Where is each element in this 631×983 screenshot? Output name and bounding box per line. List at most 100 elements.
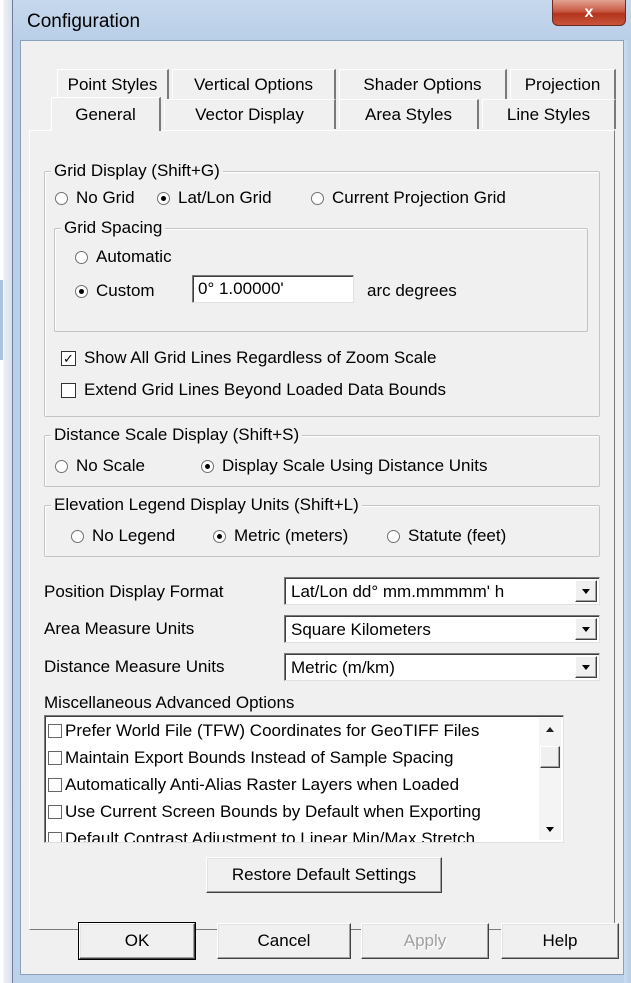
distance-scale-group: Distance Scale Display (Shift+S) No Scal…	[44, 425, 600, 487]
list-item[interactable]: Use Current Screen Bounds by Default whe…	[48, 802, 481, 822]
checkbox-extend-grid-lines[interactable]: Extend Grid Lines Beyond Loaded Data Bou…	[61, 380, 446, 400]
help-button[interactable]: Help	[501, 923, 619, 959]
background-window-edge	[0, 0, 12, 983]
radio-button[interactable]	[75, 284, 88, 298]
tab-label: Vector Display	[195, 104, 304, 124]
group-title: Grid Spacing	[61, 218, 166, 238]
list-item[interactable]: Default Contrast Adjustment to Linear Mi…	[48, 829, 475, 842]
list-item[interactable]: Maintain Export Bounds Instead of Sample…	[48, 748, 453, 768]
checkbox-label: Extend Grid Lines Beyond Loaded Data Bou…	[84, 380, 446, 399]
tab-shader-options[interactable]: Shader Options	[339, 69, 507, 99]
vertical-scrollbar[interactable]	[539, 718, 561, 840]
dropdown-button[interactable]	[575, 580, 597, 602]
distance-units-select[interactable]: Metric (m/km)	[284, 653, 600, 681]
checkbox[interactable]	[48, 778, 62, 792]
elevation-legend-group: Elevation Legend Display Units (Shift+L)…	[44, 495, 600, 557]
radio-button[interactable]	[213, 529, 226, 543]
list-item[interactable]: Prefer World File (TFW) Coordinates for …	[48, 721, 479, 741]
custom-spacing-input[interactable]: 0° 1.00000'	[192, 275, 354, 303]
restore-defaults-button[interactable]: Restore Default Settings	[206, 857, 442, 893]
radio-custom[interactable]: Custom	[75, 281, 155, 301]
radio-no-scale[interactable]: No Scale	[55, 456, 145, 476]
radio-button[interactable]	[55, 459, 68, 473]
radio-no-grid[interactable]: No Grid	[55, 188, 135, 208]
radio-button[interactable]	[311, 191, 324, 205]
cancel-button[interactable]: Cancel	[217, 923, 351, 959]
background-accent	[0, 280, 3, 360]
selected-value: Metric (m/km)	[291, 658, 395, 677]
tab-line-styles[interactable]: Line Styles	[482, 99, 616, 129]
scrollbar-thumb[interactable]	[540, 746, 560, 768]
radio-no-legend[interactable]: No Legend	[71, 526, 175, 546]
apply-button[interactable]: Apply	[361, 923, 489, 959]
radio-button[interactable]	[157, 191, 170, 205]
radio-label: Current Projection Grid	[332, 188, 506, 207]
grid-display-group: Grid Display (Shift+G) No Grid Lat/Lon G…	[44, 161, 600, 417]
radio-statute-feet[interactable]: Statute (feet)	[387, 526, 506, 546]
list-item-label: Use Current Screen Bounds by Default whe…	[65, 802, 481, 821]
general-tab-panel: Grid Display (Shift+G) No Grid Lat/Lon G…	[29, 130, 615, 930]
tab-label: General	[75, 104, 136, 124]
checkbox[interactable]	[48, 832, 62, 842]
group-title: Grid Display (Shift+G)	[51, 161, 223, 181]
tab-label: Area Styles	[365, 104, 452, 124]
radio-button[interactable]	[75, 250, 88, 264]
button-label: OK	[124, 931, 150, 950]
close-button[interactable]: x	[552, 0, 626, 26]
checkbox-show-all-grid-lines[interactable]: ✓ Show All Grid Lines Regardless of Zoom …	[61, 348, 436, 368]
radio-button[interactable]	[71, 529, 84, 543]
tab-projection[interactable]: Projection	[510, 69, 616, 99]
dropdown-button[interactable]	[575, 618, 597, 640]
checkbox[interactable]	[48, 751, 62, 765]
group-title: Elevation Legend Display Units (Shift+L)	[51, 495, 362, 515]
radio-metric-meters[interactable]: Metric (meters)	[213, 526, 348, 546]
selected-value: Square Kilometers	[291, 620, 431, 639]
radio-lat-lon-grid[interactable]: Lat/Lon Grid	[157, 188, 272, 208]
radio-button[interactable]	[55, 191, 68, 205]
configuration-dialog: Configuration x Point Styles Vertical Op…	[12, 0, 631, 983]
radio-display-scale[interactable]: Display Scale Using Distance Units	[201, 456, 488, 476]
checkbox[interactable]: ✓	[61, 350, 76, 366]
tab-vertical-options[interactable]: Vertical Options	[172, 69, 336, 99]
checkbox-label: Show All Grid Lines Regardless of Zoom S…	[84, 348, 437, 367]
tab-row-1: Point Styles Vertical Options Shader Opt…	[21, 69, 625, 99]
dropdown-button[interactable]	[575, 656, 597, 678]
radio-label: Statute (feet)	[408, 526, 507, 545]
chevron-down-icon	[546, 826, 554, 832]
checkbox[interactable]	[48, 805, 62, 819]
list-item-label: Prefer World File (TFW) Coordinates for …	[65, 721, 480, 740]
radio-label: Automatic	[96, 247, 172, 266]
list-item-label: Maintain Export Bounds Instead of Sample…	[65, 748, 454, 767]
tab-label: Shader Options	[363, 74, 482, 94]
tab-area-styles[interactable]: Area Styles	[339, 99, 479, 129]
scroll-down-button[interactable]	[539, 818, 561, 840]
scroll-up-button[interactable]	[539, 718, 561, 740]
tab-label: Projection	[524, 74, 601, 94]
misc-options-list[interactable]: Prefer World File (TFW) Coordinates for …	[44, 715, 564, 843]
title-bar[interactable]: Configuration x	[13, 0, 631, 40]
tab-point-styles[interactable]: Point Styles	[57, 69, 169, 99]
tab-general[interactable]: General	[51, 97, 161, 131]
button-label: Apply	[403, 931, 447, 950]
checkbox[interactable]	[61, 382, 76, 398]
tab-vector-display[interactable]: Vector Display	[164, 99, 336, 129]
grid-spacing-group: Grid Spacing Automatic Custom 0° 1.00000…	[54, 218, 588, 332]
tab-label: Line Styles	[506, 104, 591, 124]
radio-label: No Grid	[76, 188, 135, 207]
chevron-down-icon	[582, 626, 590, 632]
list-item[interactable]: Automatically Anti-Alias Raster Layers w…	[48, 775, 459, 795]
radio-label: Custom	[96, 281, 155, 300]
button-label: Cancel	[257, 931, 311, 950]
radio-current-projection-grid[interactable]: Current Projection Grid	[311, 188, 506, 208]
group-title: Distance Scale Display (Shift+S)	[51, 425, 303, 445]
radio-label: Metric (meters)	[234, 526, 349, 545]
tab-label: Point Styles	[67, 74, 158, 94]
chevron-up-icon	[546, 726, 554, 732]
checkbox[interactable]	[48, 724, 62, 738]
position-format-select[interactable]: Lat/Lon dd° mm.mmmmm' h	[284, 577, 600, 605]
ok-button[interactable]: OK	[78, 922, 196, 960]
radio-button[interactable]	[201, 459, 214, 473]
radio-button[interactable]	[387, 529, 400, 543]
area-units-select[interactable]: Square Kilometers	[284, 615, 600, 643]
radio-automatic[interactable]: Automatic	[75, 247, 172, 267]
